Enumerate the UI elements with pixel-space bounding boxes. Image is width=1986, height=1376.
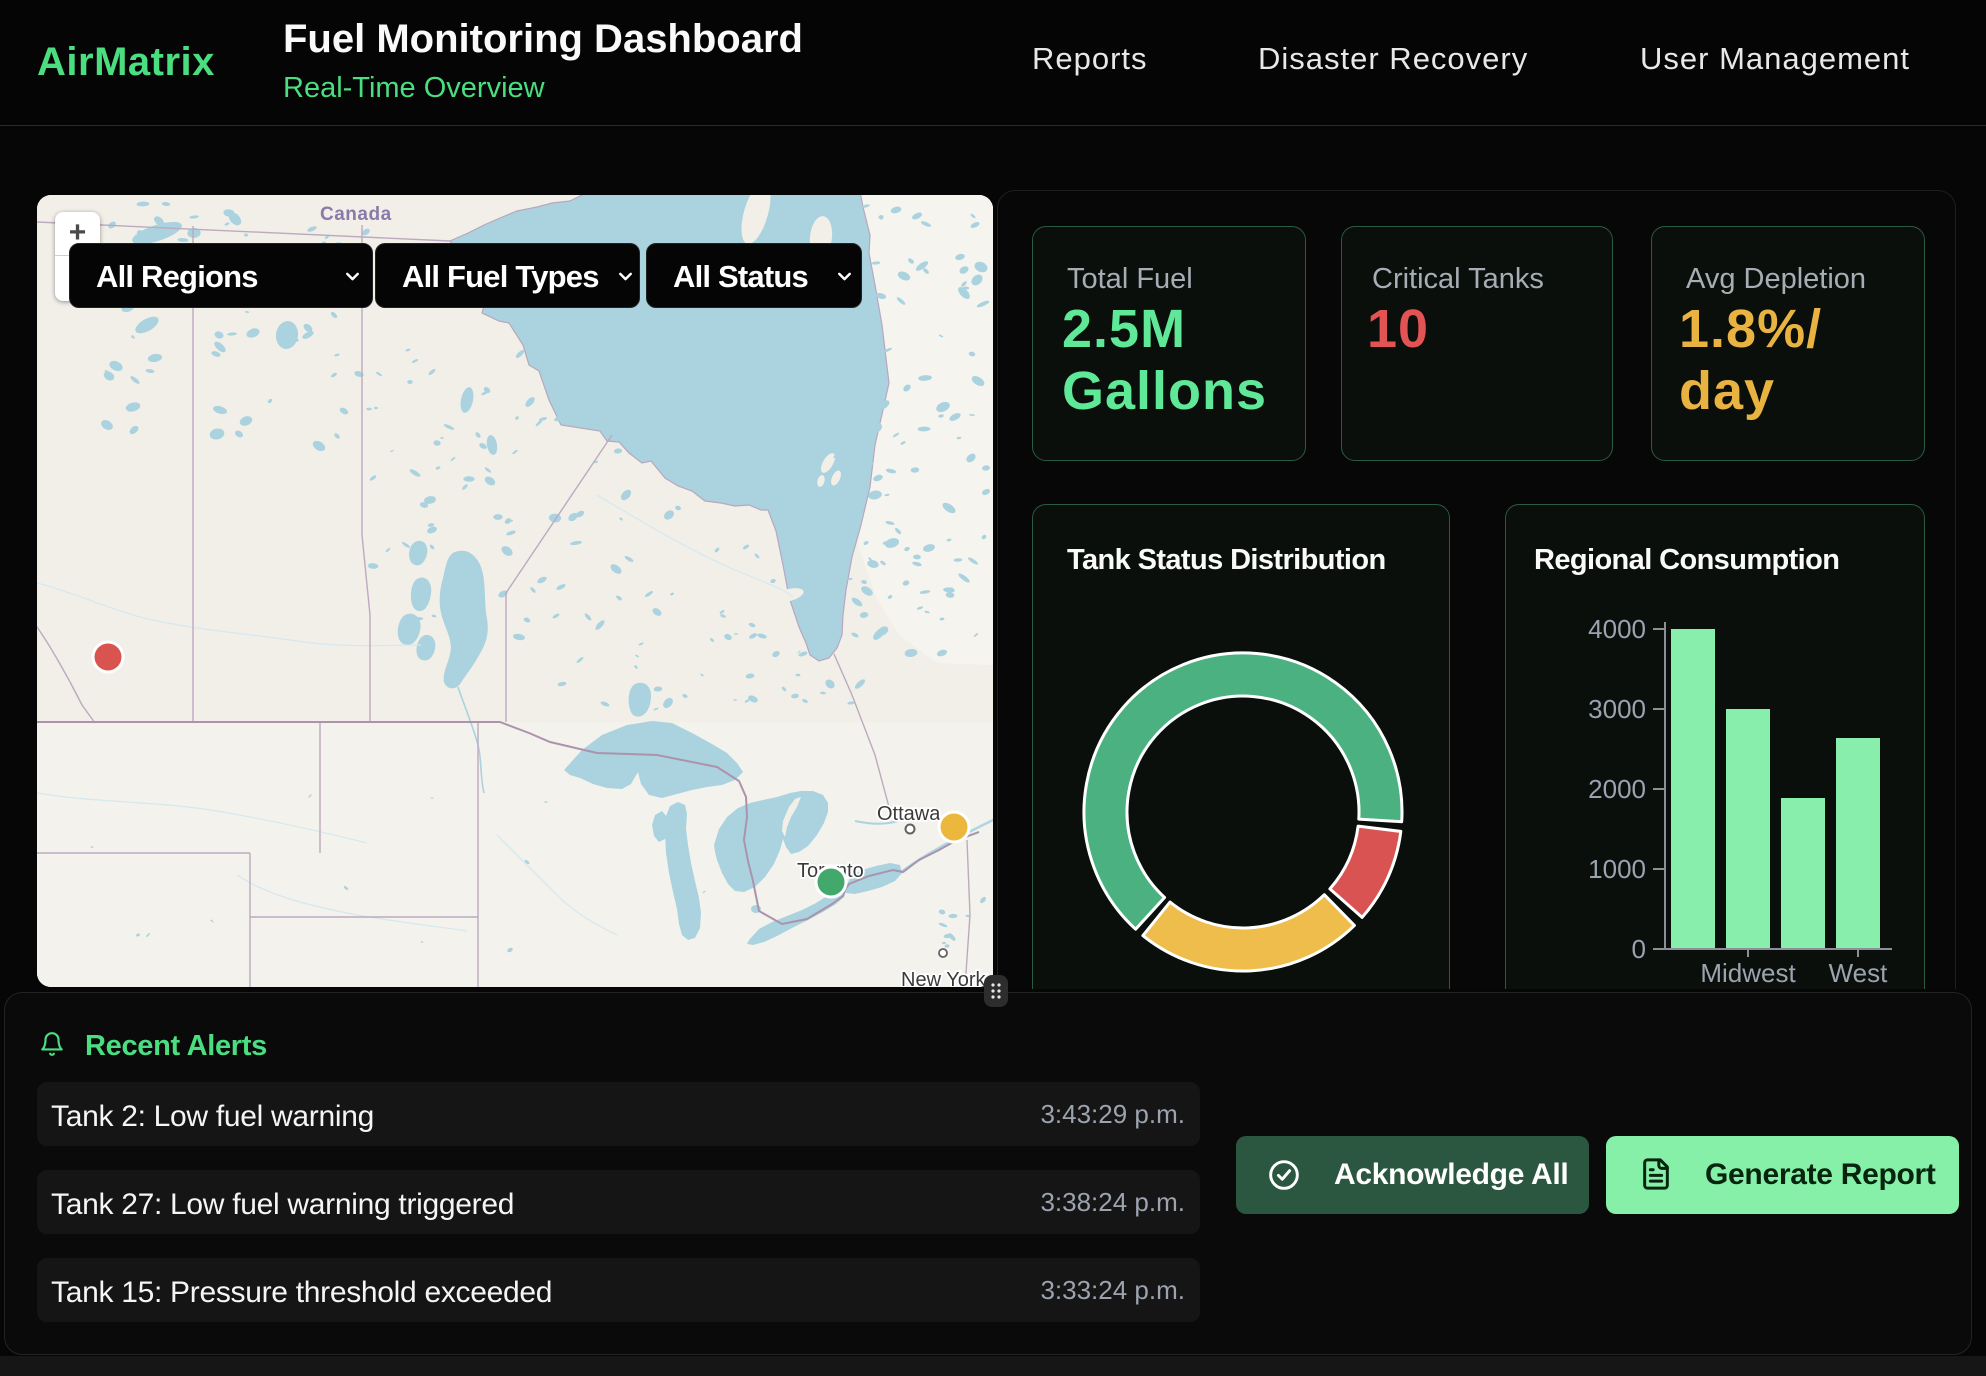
- svg-text:1000: 1000: [1588, 854, 1646, 884]
- svg-text:Canada: Canada: [320, 204, 392, 225]
- svg-text:Ottawa: Ottawa: [877, 803, 941, 825]
- svg-text:4000: 4000: [1588, 614, 1646, 644]
- svg-text:Midwest: Midwest: [1700, 958, 1796, 988]
- svg-text:West: West: [1829, 958, 1889, 988]
- svg-text:0: 0: [1632, 934, 1646, 964]
- svg-text:2000: 2000: [1588, 774, 1646, 804]
- svg-text:3000: 3000: [1588, 694, 1646, 724]
- svg-text:New York: New York: [901, 969, 986, 987]
